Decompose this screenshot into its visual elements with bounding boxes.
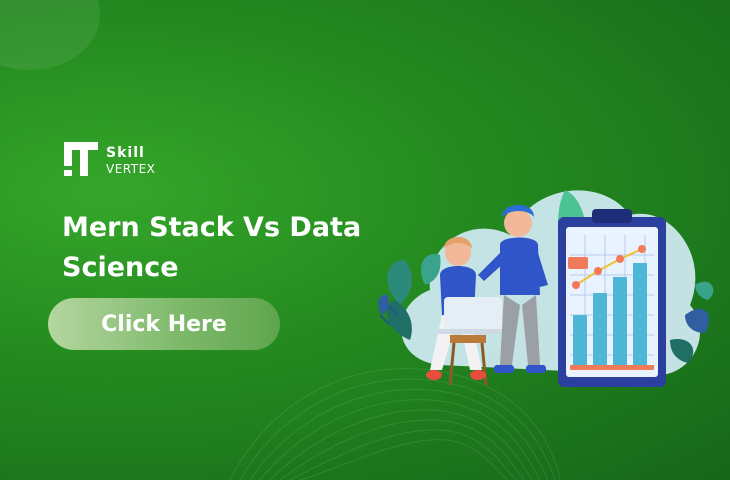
page-title: Mern Stack Vs Data Science xyxy=(62,212,362,283)
promo-banner: Skill VERTEX Mern Stack Vs Data Science … xyxy=(0,0,730,480)
clipboard-bar-chart-icon xyxy=(558,209,666,387)
skill-vertex-logo-icon xyxy=(64,142,98,176)
team-data-illustration xyxy=(378,190,714,387)
click-here-button[interactable]: Click Here xyxy=(48,298,280,350)
background-blob xyxy=(0,0,100,70)
brand-name-line2: VERTEX xyxy=(106,161,156,176)
brand-name-line1: Skill xyxy=(106,144,145,161)
brand-logo[interactable]: Skill VERTEX xyxy=(62,140,155,180)
brand-wordmark: Skill VERTEX xyxy=(106,146,155,175)
